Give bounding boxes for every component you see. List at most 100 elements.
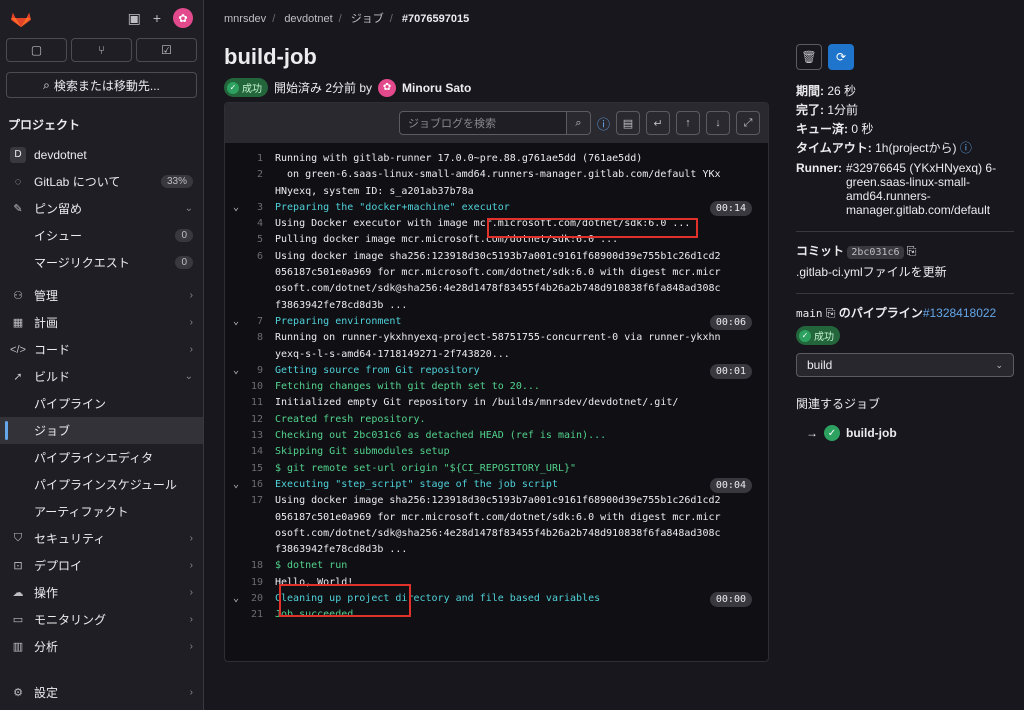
pipeline-status-badge[interactable]: ✓ 成功 [796,326,840,345]
fold-toggle-icon[interactable]: ⌄ [233,477,239,493]
wrap-text-icon[interactable]: ↵ [646,111,670,135]
sidebar-project[interactable]: D devdotnet [0,141,203,168]
sidebar-item-build[interactable]: ➚ ビルド ⌄ [0,363,203,390]
fold-toggle-icon[interactable]: ⌄ [233,363,239,379]
line-number[interactable]: 5 [225,232,275,248]
scroll-top-icon[interactable]: ↑ [676,111,700,135]
sidebar-item-artifacts[interactable]: アーティファクト [0,498,203,525]
line-number[interactable] [225,281,275,297]
line-number[interactable] [225,510,275,526]
sidebar-item-merge-requests[interactable]: マージリクエスト 0 [0,249,203,276]
duration-row: 期間: 26 秒 [796,84,857,98]
scroll-bottom-icon[interactable]: ↓ [706,111,730,135]
issues-shortcut-icon[interactable]: ▢ [6,38,67,62]
breadcrumb-project[interactable]: devdotnet [284,13,332,25]
stage-select[interactable]: build ⌄ [796,353,1014,377]
line-number[interactable]: 19 [225,575,275,591]
sidebar-item-pipeline-schedules[interactable]: パイプラインスケジュール [0,471,203,498]
raw-log-icon[interactable]: ▤ [616,111,640,135]
sidebar-item-security[interactable]: ⛉ セキュリティ › [0,525,203,552]
sidebar-item-issues[interactable]: イシュー 0 [0,222,203,249]
fold-toggle-icon[interactable]: ⌄ [233,591,239,607]
breadcrumb: mnrsdev / devdotnet / ジョブ / #7076597015 [224,13,470,25]
log-line: ⌄ 7 Preparing environment 00:06 [225,314,768,330]
sidebar-item-pipelines[interactable]: パイプライン [0,390,203,417]
sidebar-header: ▣ + ✿ [0,0,203,36]
breadcrumb-job-id[interactable]: #7076597015 [402,13,469,25]
line-number[interactable]: 17 [225,493,275,509]
related-job-item[interactable]: → ✓ build-job [796,425,1014,441]
sidebar-item-manage[interactable]: ⚇ 管理 › [0,282,203,309]
log-line: 13 Checking out 2bc031c6 as detached HEAD… [225,428,768,444]
sidebar-toggle-icon[interactable]: ▣ [128,10,141,27]
log-text: Using docker image sha256:123918d30c5193… [275,495,721,507]
help-icon[interactable]: ⓘ [597,114,610,133]
line-number[interactable]: 8 [225,330,275,346]
pipeline-link[interactable]: #1328418022 [923,306,996,320]
create-new-icon[interactable]: + [153,10,161,26]
log-line: 6 Using docker image sha256:123918d30c519… [225,249,768,265]
line-number[interactable]: 11 [225,395,275,411]
search-icon: ⌕ [43,77,50,92]
fullscreen-icon[interactable]: ⤢ [736,111,760,135]
section-duration-badge: 00:04 [709,477,752,493]
search-button[interactable]: ⌕ 検索または移動先... [6,72,197,98]
chevron-right-icon: › [189,687,193,698]
user-avatar[interactable]: ✿ [378,78,397,97]
sidebar-item-monitor[interactable]: ▭ モニタリング › [0,606,203,633]
line-number[interactable]: 18 [225,558,275,574]
user-name[interactable]: Minoru Sato [402,81,471,95]
merge-requests-shortcut-icon[interactable]: ⑂ [71,38,132,62]
line-number[interactable]: 6 [225,249,275,265]
sidebar-item-code[interactable]: </> コード › [0,336,203,363]
line-number[interactable]: 12 [225,412,275,428]
line-number[interactable] [225,298,275,314]
copy-icon[interactable]: ⎘ [826,306,836,320]
sidebar-item-pipeline-editor[interactable]: パイプラインエディタ [0,444,203,471]
line-number[interactable]: 13 [225,428,275,444]
retry-button[interactable]: ⟳ [828,44,854,70]
sidebar-item-deploy[interactable]: ⊡ デプロイ › [0,552,203,579]
line-number[interactable] [225,265,275,281]
line-number[interactable] [225,542,275,558]
line-number[interactable] [225,526,275,542]
commit-sha[interactable]: 2bc031c6 [847,246,904,259]
queued-row: キュー済: 0 秒 [796,122,874,136]
chevron-down-icon: ⌄ [995,359,1003,370]
sidebar-item-pinned[interactable]: ✎ ピン留め ⌄ [0,195,203,222]
log-text: f3863942fe78cd8d3b ... [275,544,408,556]
status-badge[interactable]: ✓ 成功 [224,78,268,97]
log-text: 056187c501e0a969 for mcr.microsoft.com/d… [275,267,721,279]
sidebar-item-settings[interactable]: ⚙ 設定 › [0,679,203,706]
line-number[interactable] [225,184,275,200]
line-number[interactable]: 14 [225,444,275,460]
line-number[interactable]: 4 [225,216,275,232]
gitlab-logo-icon[interactable] [10,8,32,28]
log-search-input[interactable]: ジョブログを検索 [398,111,567,135]
fold-toggle-icon[interactable]: ⌄ [233,314,239,330]
line-number[interactable] [225,347,275,363]
breadcrumb-jobs[interactable]: ジョブ [351,13,384,25]
line-number[interactable]: 10 [225,379,275,395]
chevron-right-icon: › [189,533,193,544]
sidebar-item-plan[interactable]: ▦ 計画 › [0,309,203,336]
user-avatar[interactable]: ✿ [173,8,193,28]
erase-log-button[interactable]: 🗑 [796,44,822,70]
check-circle-icon: ✓ [824,425,840,441]
sidebar-item-operate[interactable]: ☁ 操作 › [0,579,203,606]
sidebar-item-analyze[interactable]: ▥ 分析 › [0,633,203,660]
todos-shortcut-icon[interactable]: ☑ [136,38,197,62]
mr-count-badge: 0 [175,256,193,269]
commit-message[interactable]: .gitlab-ci.ymlファイルを更新 [796,265,1014,279]
sidebar-item-jobs[interactable]: ジョブ [0,417,203,444]
copy-icon[interactable]: ⎘ [907,244,917,258]
sidebar-item-about[interactable]: ◌ GitLab について 33% [0,168,203,195]
line-number[interactable]: 21 [225,607,275,623]
fold-toggle-icon[interactable]: ⌄ [233,200,239,216]
search-icon[interactable]: ⌕ [566,111,591,135]
line-number[interactable]: 1 [225,151,275,167]
help-icon[interactable]: ⓘ [960,141,972,155]
line-number[interactable]: 2 [225,167,275,183]
breadcrumb-group[interactable]: mnrsdev [224,13,266,25]
line-number[interactable]: 15 [225,461,275,477]
